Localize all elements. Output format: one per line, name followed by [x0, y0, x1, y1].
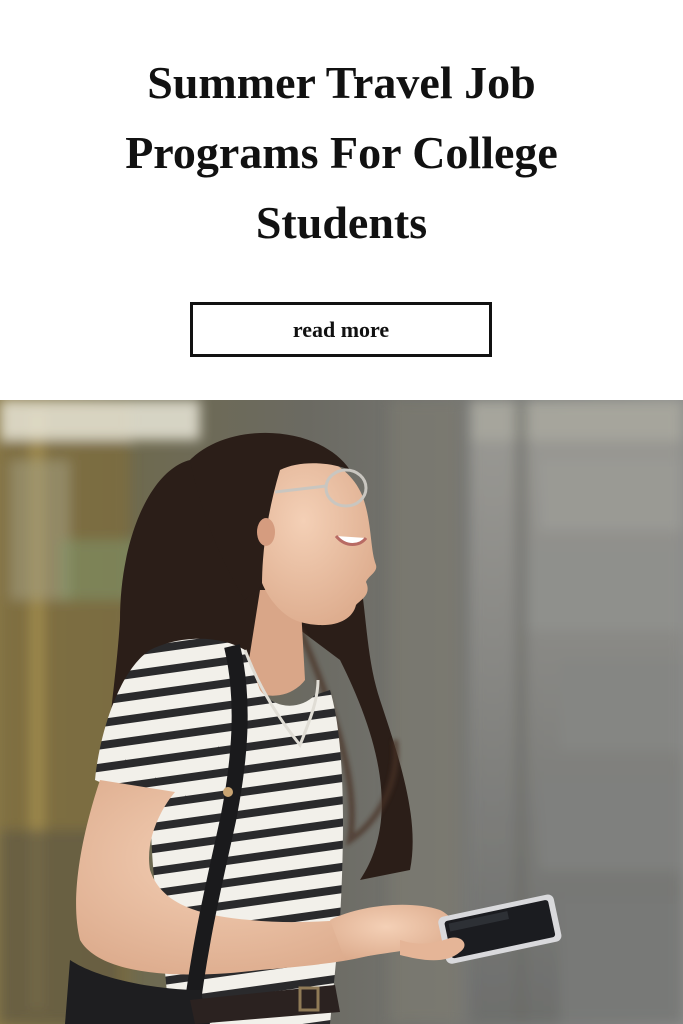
read-more-button[interactable]: read more — [190, 302, 492, 357]
hero-photo — [0, 400, 683, 1024]
student-photo-illustration — [0, 400, 683, 1024]
header-section: Summer Travel Job Programs For College S… — [0, 0, 683, 400]
pin-card: Summer Travel Job Programs For College S… — [0, 0, 683, 1024]
article-title: Summer Travel Job Programs For College S… — [125, 57, 558, 248]
